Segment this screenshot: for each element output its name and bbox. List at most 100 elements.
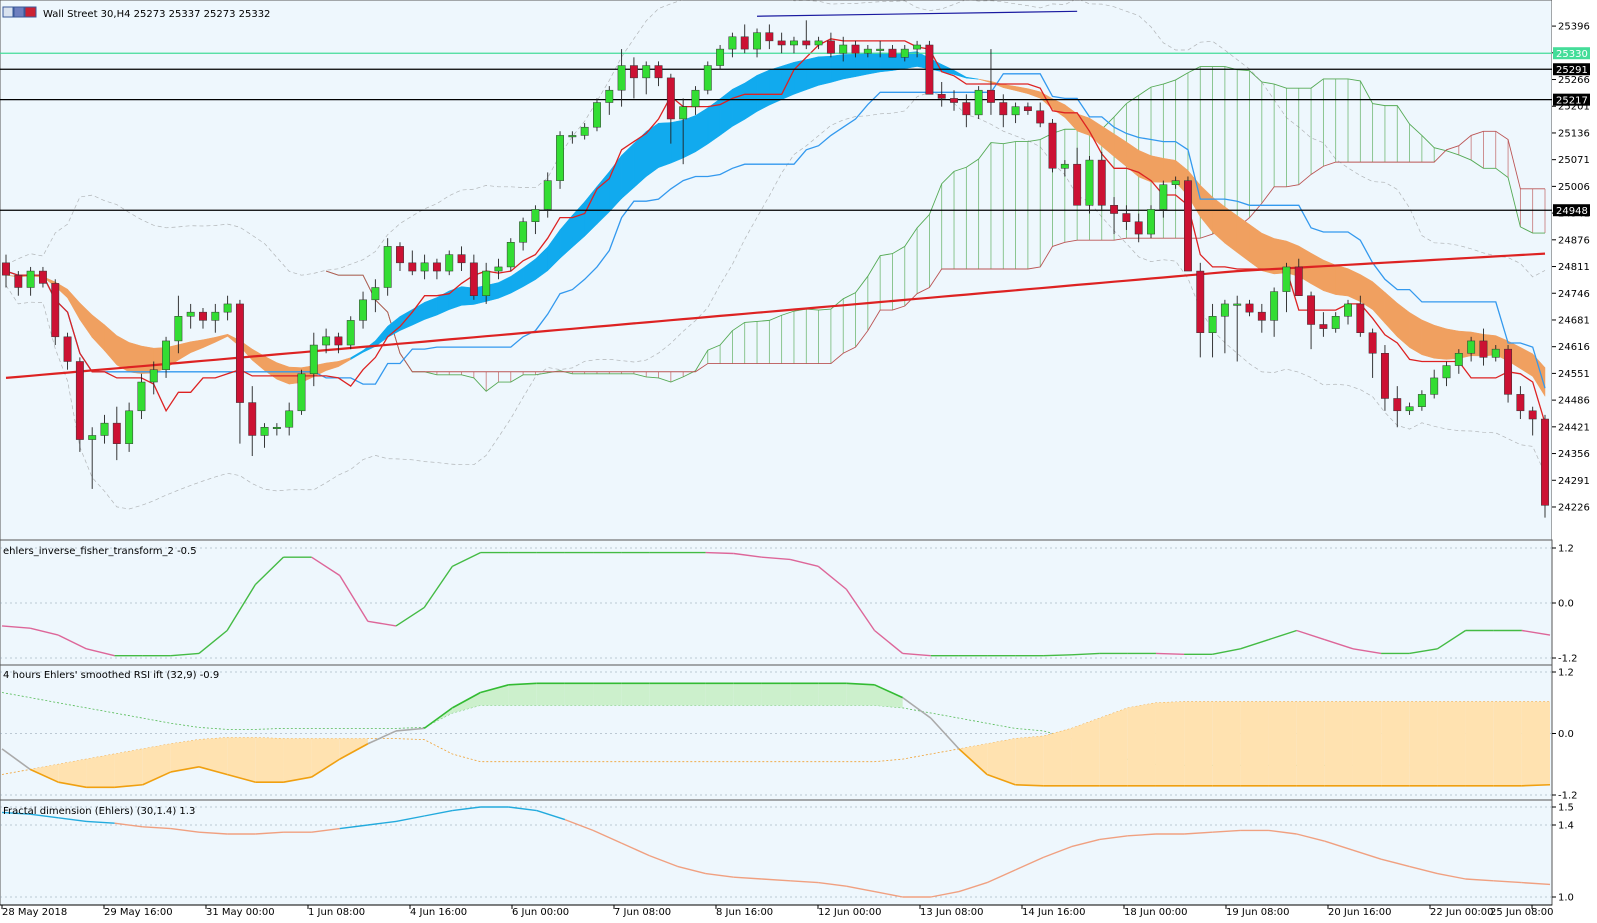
rsi-fill xyxy=(283,738,312,783)
fractal-title: Fractal dimension (Ehlers) (30,1.4) 1.3 xyxy=(3,806,195,817)
price-tick-label: 24811 xyxy=(1558,262,1590,273)
candle-body xyxy=(2,262,10,276)
candle-body xyxy=(593,102,601,128)
candle-body xyxy=(494,266,503,272)
ma-band-segment xyxy=(1421,319,1435,359)
price-tick-label: 24876 xyxy=(1558,235,1590,246)
rsi-fill xyxy=(593,683,622,706)
candle-body xyxy=(137,381,146,412)
rsi-fill xyxy=(1521,701,1550,786)
ma-band-segment xyxy=(867,52,881,75)
window-close-icon[interactable] xyxy=(24,6,37,18)
candle-body xyxy=(334,336,343,346)
candle-body xyxy=(974,89,983,116)
candle-body xyxy=(851,44,860,54)
rsi-fill xyxy=(564,683,594,706)
ma-band-segment xyxy=(830,54,844,83)
time-tick-label: 28 May 2018 xyxy=(2,907,67,918)
candle-body xyxy=(1257,311,1266,321)
candle-body xyxy=(63,336,72,362)
sub-axis-label: 0.0 xyxy=(1558,729,1574,740)
candle-body xyxy=(420,262,429,272)
candle-body xyxy=(1036,110,1045,124)
rsi-fill xyxy=(649,683,678,706)
candle-body xyxy=(716,48,725,66)
candle-body xyxy=(1110,205,1119,214)
price-tag-label: 25291 xyxy=(1556,65,1588,76)
candle-body xyxy=(531,209,540,222)
candle-body xyxy=(703,65,712,91)
candle-body xyxy=(765,32,774,42)
sub-axis-label: -1.2 xyxy=(1558,654,1578,665)
candle-body xyxy=(568,135,577,138)
candle-body xyxy=(728,36,737,50)
rsi-title: 4 hours Ehlers' smoothed RSI ift (32,9) … xyxy=(3,670,219,681)
rsi-fill xyxy=(790,683,819,706)
rsi-fill xyxy=(255,737,284,783)
ma-band-segment xyxy=(1150,155,1164,183)
candle-body xyxy=(950,98,958,103)
rsi-fill xyxy=(761,683,791,706)
candle-body xyxy=(900,48,909,58)
sub-axis-label: 1.5 xyxy=(1558,803,1574,814)
candle-body xyxy=(100,422,109,436)
rsi-fill xyxy=(677,683,706,706)
candle-body xyxy=(162,340,170,370)
candle-body xyxy=(1048,122,1057,169)
price-tick-label: 25136 xyxy=(1558,128,1590,139)
candle-body xyxy=(457,254,466,264)
candle-body xyxy=(1220,303,1229,317)
candle-body xyxy=(1270,291,1279,321)
candle-body xyxy=(790,40,798,46)
candle-body xyxy=(1073,163,1082,206)
candle-body xyxy=(1208,316,1217,333)
candle-body xyxy=(445,254,454,272)
candle-body xyxy=(863,48,872,54)
ma-band-segment xyxy=(855,53,869,77)
candle-body xyxy=(962,102,971,116)
rsi-fill xyxy=(705,683,734,706)
candle-body xyxy=(371,287,380,301)
price-tick-label: 24486 xyxy=(1558,396,1590,407)
candle-body xyxy=(322,336,331,346)
trading-chart[interactable]: 1.20.0-1.21.20.0-1.21.51.41.0 2539625331… xyxy=(0,0,1597,923)
candle-body xyxy=(285,410,294,428)
candle-body xyxy=(1060,163,1069,169)
window-minimize-icon[interactable] xyxy=(13,6,25,18)
candle-body xyxy=(1085,159,1094,206)
candle-body xyxy=(691,89,700,107)
ma-band-segment xyxy=(658,122,672,168)
ma-band-segment xyxy=(1163,158,1176,183)
candle-body xyxy=(482,270,491,296)
candle-body xyxy=(1454,353,1463,366)
window-controls[interactable] xyxy=(2,6,37,18)
time-axis[interactable]: 28 May 2018 29 May 16:00 31 May 00:00 1 Jun… xyxy=(0,904,1554,918)
candle-body xyxy=(777,40,786,46)
ma-band-segment xyxy=(1409,312,1423,356)
ma-band-segment xyxy=(695,107,709,153)
rsi-fill xyxy=(1465,701,1494,786)
rsi-fill xyxy=(114,748,143,788)
candle-body xyxy=(469,262,478,296)
ifish-segment xyxy=(1155,652,1185,656)
candle-body xyxy=(814,40,823,46)
candle-body xyxy=(740,36,749,50)
candle-body xyxy=(839,44,848,54)
window-restore-icon[interactable] xyxy=(2,6,14,18)
candle-body xyxy=(1504,348,1513,395)
price-tick-label: 24616 xyxy=(1558,342,1590,353)
candle-body xyxy=(272,426,281,429)
candle-body xyxy=(1184,180,1192,272)
candle-body xyxy=(38,270,47,284)
candle-body xyxy=(1417,394,1426,407)
ma-band-segment xyxy=(756,69,770,112)
sub-axis-label: -1.2 xyxy=(1558,791,1578,802)
candle-body xyxy=(1233,303,1242,306)
candle-body xyxy=(186,311,195,317)
ma-band-segment xyxy=(1335,264,1349,297)
ma-band-segment xyxy=(793,59,807,95)
time-tick-label: 22 Jun 00:00 xyxy=(1430,907,1494,918)
ma-band-segment xyxy=(744,74,758,120)
rsi-fill xyxy=(1324,701,1353,786)
rsi-fill xyxy=(1015,736,1044,786)
